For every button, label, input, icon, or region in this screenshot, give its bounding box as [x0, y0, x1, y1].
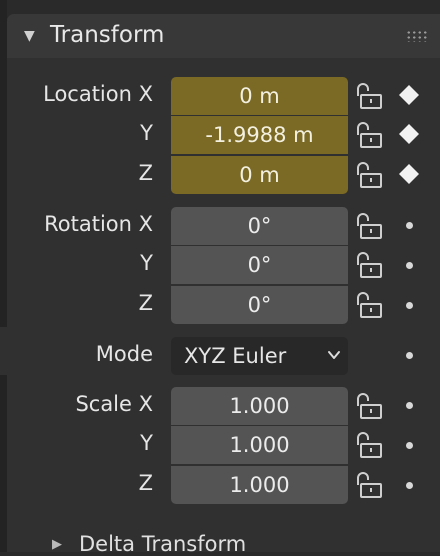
- keyframe-diamond-icon[interactable]: [399, 164, 419, 184]
- scale-z-label: Z: [138, 471, 153, 495]
- keyframe-diamond-icon[interactable]: [399, 124, 419, 144]
- scale-x-label: Scale X: [75, 392, 153, 416]
- rotation-mode-dropdown[interactable]: XYZ Euler: [171, 337, 348, 375]
- transform-panel-header[interactable]: ▼ Transform: [7, 14, 440, 58]
- rotation-z-field[interactable]: 0°: [171, 286, 348, 324]
- rotation-x-field[interactable]: 0°: [171, 207, 348, 245]
- location-x-field[interactable]: 0 m: [171, 77, 348, 115]
- unlock-icon[interactable]: [355, 431, 385, 459]
- rotation-mode-value: XYZ Euler: [184, 344, 287, 368]
- triangle-down-icon[interactable]: ▼: [24, 28, 35, 44]
- unlock-icon[interactable]: [355, 161, 385, 189]
- chevron-down-icon: [328, 351, 340, 359]
- animate-dot-icon[interactable]: [406, 262, 413, 269]
- unlock-icon[interactable]: [355, 251, 385, 279]
- unlock-icon[interactable]: [355, 121, 385, 149]
- location-y-label: Y: [140, 121, 153, 145]
- panel-title: Transform: [50, 22, 165, 48]
- rotation-y-field[interactable]: 0°: [171, 246, 348, 284]
- location-x-label: Location X: [43, 82, 153, 106]
- scale-y-field[interactable]: 1.000: [171, 426, 348, 464]
- rotation-z-label: Z: [138, 291, 153, 315]
- unlock-icon[interactable]: [355, 82, 385, 110]
- scale-x-field[interactable]: 1.000: [171, 387, 348, 425]
- delta-transform-header[interactable]: Delta Transform: [79, 532, 246, 556]
- unlock-icon[interactable]: [355, 392, 385, 420]
- location-z-label: Z: [138, 161, 153, 185]
- animate-dot-icon[interactable]: [406, 222, 413, 229]
- scale-z-field[interactable]: 1.000: [171, 466, 348, 504]
- animate-dot-icon[interactable]: [406, 302, 413, 309]
- mode-label: Mode: [95, 342, 153, 366]
- unlock-icon[interactable]: [355, 212, 385, 240]
- location-y-field[interactable]: -1.9988 m: [171, 116, 348, 154]
- animate-dot-icon[interactable]: [406, 442, 413, 449]
- scale-y-label: Y: [140, 431, 153, 455]
- unlock-icon[interactable]: [355, 291, 385, 319]
- animate-dot-icon[interactable]: [406, 352, 413, 359]
- triangle-right-icon[interactable]: ▶: [52, 537, 62, 552]
- edge-tab[interactable]: [0, 327, 7, 375]
- rotation-y-label: Y: [140, 251, 153, 275]
- drag-grip-icon[interactable]: [406, 30, 428, 42]
- animate-dot-icon[interactable]: [406, 482, 413, 489]
- unlock-icon[interactable]: [355, 471, 385, 499]
- rotation-x-label: Rotation X: [44, 212, 153, 236]
- location-z-field[interactable]: 0 m: [171, 156, 348, 194]
- editor-edge: [0, 0, 7, 552]
- animate-dot-icon[interactable]: [406, 402, 413, 409]
- keyframe-diamond-icon[interactable]: [399, 85, 419, 105]
